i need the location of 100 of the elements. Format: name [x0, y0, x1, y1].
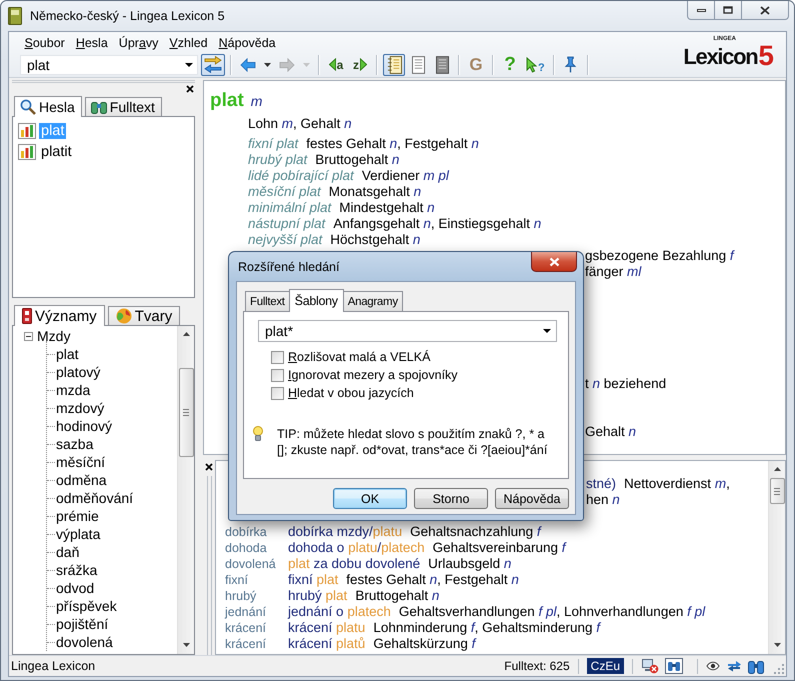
tree-item[interactable]: platový — [56, 364, 100, 380]
result-phrase[interactable]: hrubý plat — [288, 588, 348, 604]
headword: plat — [210, 90, 244, 112]
pattern-field[interactable]: plat* — [258, 320, 557, 342]
swap-arrows-icon[interactable] — [726, 659, 742, 673]
right-triangle-icon — [360, 58, 367, 71]
menu-item[interactable]: Úpravy — [113, 35, 164, 51]
dialog-button[interactable]: OK — [333, 488, 407, 509]
tab[interactable]: Fulltext — [245, 291, 290, 311]
dialog-button[interactable]: Storno — [414, 488, 488, 509]
scrollbar[interactable] — [768, 461, 785, 654]
menu-item[interactable]: Hesla — [70, 35, 114, 51]
binoculars-icon[interactable] — [748, 658, 764, 674]
tree-item[interactable]: pojištění — [56, 616, 108, 632]
scrollbar[interactable] — [177, 326, 194, 654]
result-keyword[interactable]: dohoda — [225, 540, 286, 556]
menu-item[interactable]: Nápověda — [213, 35, 282, 51]
tab[interactable]: Hesla — [14, 96, 82, 117]
tree-item[interactable]: měsíční — [56, 454, 106, 470]
result-keyword[interactable]: hrubý — [225, 588, 286, 604]
result-keyword[interactable]: dobírka — [225, 524, 286, 540]
list-item[interactable]: platit — [18, 141, 194, 162]
tab[interactable]: Anagramy — [342, 291, 403, 311]
minus-box-icon[interactable] — [24, 332, 33, 340]
dialog-button[interactable]: Nápověda — [495, 488, 569, 509]
result-phrase[interactable]: krácení platů — [288, 636, 366, 652]
tree-item[interactable]: daň — [56, 544, 80, 560]
phrase-translation: Monatsgehalt n — [328, 184, 422, 200]
language-badge[interactable]: CzEu — [586, 658, 624, 674]
search-field[interactable]: plat — [20, 54, 198, 74]
tree-item[interactable]: prémie — [56, 508, 99, 524]
dark-page-icon — [436, 56, 448, 74]
checkbox[interactable] — [271, 386, 284, 400]
cursor-arrow-icon — [526, 56, 537, 72]
minimize-icon — [696, 8, 706, 12]
close-button[interactable] — [531, 252, 577, 272]
eye-icon[interactable] — [706, 661, 720, 671]
previous-entry-button[interactable]: a — [325, 54, 347, 76]
tree-item[interactable]: sazba — [56, 436, 94, 452]
binoculars-frame-icon[interactable] — [665, 658, 683, 674]
checkbox[interactable] — [271, 350, 284, 364]
close-panel-button[interactable] — [204, 462, 214, 472]
menu-item[interactable]: Soubor — [19, 35, 70, 51]
result-keyword[interactable]: krácení — [225, 620, 286, 636]
context-help-button[interactable]: ? — [523, 54, 548, 76]
tree-item[interactable]: Mzdy — [37, 328, 70, 344]
result-phrase[interactable]: plat za dobu dovolené — [288, 556, 420, 572]
tree-item[interactable]: mzdový — [56, 400, 104, 416]
phrase: měsíční plat — [248, 184, 321, 200]
checkbox-label[interactable]: Ignorovat mezery a spojovníky — [288, 368, 458, 382]
phrase-translation: Mindestgehalt n — [339, 200, 435, 216]
tree-item[interactable]: odměna — [56, 472, 107, 488]
result-keyword[interactable]: fixní — [225, 572, 286, 588]
scroll-down-icon — [774, 643, 780, 647]
tree-item[interactable]: plat — [56, 346, 79, 362]
tab[interactable]: Šablony — [288, 289, 344, 312]
result-keyword[interactable]: dovolená — [225, 556, 286, 572]
result-keyword[interactable]: krácení — [225, 636, 286, 652]
binoculars-icon — [90, 100, 107, 114]
bar-chart-icon — [18, 144, 36, 160]
tree-item[interactable]: hodinový — [56, 418, 112, 434]
result-phrase[interactable]: dobírka mzdy/platu — [288, 524, 402, 540]
notebook-view-button[interactable] — [383, 54, 405, 76]
checkbox[interactable] — [271, 368, 284, 382]
tree-item[interactable]: odvod — [56, 580, 94, 596]
result-phrase[interactable]: krácení platu — [288, 620, 366, 636]
resize-grip-icon[interactable] — [774, 664, 785, 674]
tab[interactable]: Fulltext — [84, 97, 162, 116]
close-button[interactable] — [741, 1, 789, 20]
offline-network-icon[interactable] — [641, 658, 659, 674]
caret-icon — [303, 62, 310, 66]
translation-line: Lohn m, Gehalt n — [248, 116, 352, 132]
tab[interactable]: Významy — [14, 305, 105, 326]
minimize-button[interactable] — [687, 1, 715, 20]
tree-item[interactable]: výplata — [56, 526, 100, 542]
scroll-up-icon — [182, 332, 190, 336]
tab[interactable]: Tvary — [108, 306, 180, 325]
light-bulb-icon — [253, 426, 263, 442]
tree-item[interactable]: odměňování — [56, 490, 134, 506]
result-phrase[interactable]: fixní plat — [288, 572, 338, 588]
result-keyword[interactable]: jednání — [225, 604, 286, 620]
tip-text: TIP: můžete hledat slovo s použitím znaků ?, * a []; zkuste např. od*ovat, trans*ace či ?[aeiou]*ání — [277, 426, 548, 458]
maximize-button[interactable] — [714, 1, 742, 20]
close-panel-button[interactable] — [185, 84, 195, 94]
checkbox-label[interactable]: Hledat v obou jazycích — [288, 386, 414, 400]
next-entry-button[interactable]: z — [349, 54, 371, 76]
checkbox-label[interactable]: Rozlišovat malá a VELKÁ — [288, 350, 430, 364]
tree-item[interactable]: mzda — [56, 382, 90, 398]
tree-item[interactable]: srážka — [56, 562, 98, 578]
scrollbar-thumb[interactable] — [178, 368, 194, 457]
scrollbar-thumb[interactable] — [770, 478, 784, 504]
bookmark-icon — [22, 308, 32, 324]
result-translation: festes Gehalt n, Festgehalt n — [346, 572, 519, 588]
logo-wordmark: Lexicon — [683, 45, 758, 69]
tree-item[interactable]: příspěvek — [56, 598, 117, 614]
result-phrase[interactable]: jednání o platech — [288, 604, 391, 620]
menu-item[interactable]: Vzhled — [164, 35, 214, 51]
result-phrase[interactable]: dohoda o platu/platech — [288, 540, 425, 556]
tree-item[interactable]: dovolená — [56, 634, 113, 650]
swap-languages-button[interactable] — [201, 54, 225, 76]
